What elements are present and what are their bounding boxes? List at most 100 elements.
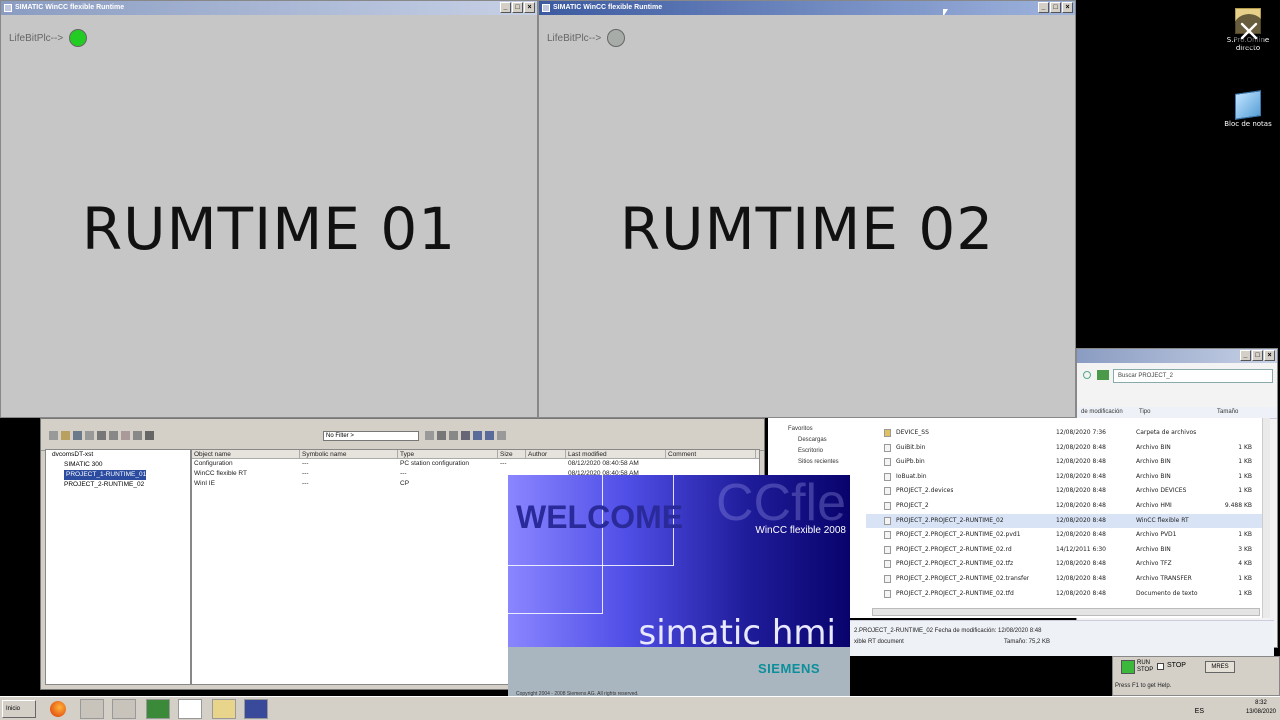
- file-row[interactable]: GuiBit.bin 12/08/2020 8:48 Archivo BIN 1 KB: [866, 441, 1270, 455]
- help-icon[interactable]: [497, 431, 506, 440]
- minimize-button[interactable]: _: [500, 2, 511, 13]
- maximize-button[interactable]: □: [512, 2, 523, 13]
- nav-item[interactable]: Favoritos: [768, 424, 866, 435]
- plc-run-label: RUN: [1137, 660, 1150, 666]
- lifebit-led-icon: [607, 29, 626, 47]
- file-row[interactable]: PROJECT_2.PROJECT_2-RUNTIME_02.rd 14/12/2…: [866, 543, 1270, 557]
- tree-root[interactable]: dvcomsDT-xst: [46, 450, 190, 460]
- file-row[interactable]: PROJECT_2.PROJECT_2-RUNTIME_02.tfd 12/08/…: [866, 587, 1270, 601]
- tree-item-runtime02[interactable]: PROJECT_2-RUNTIME_02: [46, 480, 190, 490]
- vertical-scrollbar[interactable]: [1262, 418, 1270, 618]
- close-overlay-button[interactable]: [1232, 14, 1266, 48]
- object-cell: ---: [400, 470, 407, 477]
- file-icon: [884, 487, 891, 496]
- file-row[interactable]: PROJECT_2.PROJECT_2-RUNTIME_02.tfz 12/08/…: [866, 557, 1270, 571]
- list-view-icon[interactable]: [473, 431, 482, 440]
- column-header-type[interactable]: Tipo: [1139, 409, 1150, 415]
- runtime-title: RUMTIME 02: [619, 195, 995, 263]
- open-icon[interactable]: [61, 431, 70, 440]
- column-header-size[interactable]: Tamaño: [1217, 409, 1238, 415]
- file-type: Carpeta de archivos: [1136, 429, 1197, 436]
- object-cell: [526, 459, 566, 469]
- plc-run-checkbox[interactable]: [1121, 660, 1135, 674]
- close-button[interactable]: ×: [1264, 350, 1275, 361]
- paste-icon[interactable]: [121, 431, 130, 440]
- accessible-nodes-icon[interactable]: [145, 431, 154, 440]
- file-row[interactable]: GuiPb.bin 12/08/2020 8:48 Archivo BIN 1 KB: [866, 455, 1270, 469]
- file-name: GuiBit.bin: [896, 443, 926, 451]
- sim-icon[interactable]: [437, 431, 446, 440]
- explorer-icon[interactable]: [212, 699, 236, 719]
- file-row[interactable]: PROJECT_2.PROJECT_2-RUNTIME_02.transfer 1…: [866, 572, 1270, 586]
- column-header[interactable]: Comment: [666, 450, 756, 458]
- file-row[interactable]: PROJECT_2.PROJECT_2-RUNTIME_02.pvd1 12/08…: [866, 528, 1270, 542]
- taskbar: Inicio ES 8:32 13/08/2020: [0, 696, 1280, 720]
- search-input[interactable]: Buscar PROJECT_2: [1113, 369, 1273, 383]
- filter-select[interactable]: No Filter >: [323, 431, 419, 441]
- monitor-icon[interactable]: [449, 431, 458, 440]
- start-button[interactable]: Inicio: [2, 700, 36, 718]
- refresh-icon[interactable]: [1083, 371, 1091, 379]
- file-name: PROJECT_2.PROJECT_2-RUNTIME_02.rd: [896, 545, 1012, 553]
- copy-icon[interactable]: [109, 431, 118, 440]
- column-header[interactable]: Last modified: [566, 450, 666, 458]
- column-header[interactable]: Symbolic name: [300, 450, 398, 458]
- file-name: DEVICE_SS: [896, 429, 929, 436]
- mres-button[interactable]: MRES: [1205, 661, 1235, 673]
- minimize-button[interactable]: _: [1038, 2, 1049, 13]
- nav-item[interactable]: Escritorio: [768, 446, 866, 457]
- runtime-window-02-titlebar[interactable]: SIMATIC WinCC flexible Runtime _ □ ×: [539, 1, 1075, 17]
- manager-toolbar: No Filter >: [41, 419, 764, 451]
- object-row[interactable]: Configuration --- PC station configuration…: [192, 459, 759, 469]
- column-header-modified[interactable]: de modificación: [1081, 409, 1123, 415]
- desktop-icon-notepad[interactable]: Bloc de notas: [1220, 90, 1276, 128]
- file-size: 1 KB: [1238, 589, 1252, 597]
- file-size: 1 KB: [1238, 472, 1252, 480]
- file-row[interactable]: PROJECT_2 12/08/2020 8:48 Archivo HMI 9.488…: [866, 499, 1270, 513]
- nav-item[interactable]: Descargas: [768, 435, 866, 446]
- column-header[interactable]: Author: [526, 450, 566, 458]
- file-date: 12/08/2020 8:48: [1056, 458, 1106, 466]
- details-line-2: xible RT document: [854, 639, 904, 645]
- network-icon[interactable]: [73, 431, 82, 440]
- download-icon[interactable]: [133, 431, 142, 440]
- stop-checkbox[interactable]: [1157, 663, 1164, 670]
- file-row[interactable]: IoBuat.bin 12/08/2020 8:48 Archivo BIN 1 KB: [866, 470, 1270, 484]
- column-header[interactable]: Object name: [192, 450, 300, 458]
- view-icons: [425, 431, 506, 440]
- hardware-icon[interactable]: [112, 699, 136, 719]
- wincc-rt-icon[interactable]: [244, 699, 268, 719]
- horizontal-scrollbar[interactable]: [872, 608, 1260, 616]
- object-cell: [666, 459, 756, 469]
- close-button[interactable]: ×: [524, 2, 535, 13]
- language-indicator[interactable]: ES: [1195, 708, 1204, 715]
- winc-green-icon[interactable]: [146, 699, 170, 719]
- runtime-window-02: SIMATIC WinCC flexible Runtime _ □ × Lif…: [538, 0, 1076, 418]
- file-row[interactable]: DEVICE_SS 12/08/2020 7:36 Carpeta de archi…: [866, 426, 1270, 440]
- tree-item-runtime01[interactable]: PROJECT_1-RUNTIME_01: [46, 470, 190, 480]
- column-header[interactable]: Type: [398, 450, 498, 458]
- tools-icon[interactable]: [80, 699, 104, 719]
- file-row[interactable]: PROJECT_2.PROJECT_2-RUNTIME_02 12/08/2020…: [866, 513, 1270, 528]
- tool-icon[interactable]: [85, 431, 94, 440]
- cut-icon[interactable]: [97, 431, 106, 440]
- maximize-button[interactable]: □: [1050, 2, 1061, 13]
- clock[interactable]: 8:32 13/08/2020: [1246, 699, 1276, 717]
- close-button[interactable]: ×: [1062, 2, 1073, 13]
- lifebit-label: LifeBitPlc-->: [547, 32, 602, 44]
- nav-item[interactable]: Sitios recientes: [768, 457, 866, 468]
- c-icon[interactable]: [178, 699, 202, 719]
- tree-item-simatic300[interactable]: SIMATIC 300: [46, 460, 190, 470]
- runtime-window-01-titlebar[interactable]: SIMATIC WinCC flexible Runtime _ □ ×: [1, 1, 537, 15]
- firefox-icon[interactable]: [46, 699, 70, 719]
- filter-icon[interactable]: [425, 431, 434, 440]
- new-icon[interactable]: [49, 431, 58, 440]
- minimize-button[interactable]: _: [1240, 350, 1251, 361]
- details-view-icon[interactable]: [485, 431, 494, 440]
- column-header[interactable]: Size: [498, 450, 526, 458]
- maximize-button[interactable]: □: [1252, 350, 1263, 361]
- file-type: Archivo BIN: [1136, 443, 1171, 451]
- file-row[interactable]: PROJECT_2.devices 12/08/2020 8:48 Archivo …: [866, 484, 1270, 498]
- large-icons-icon[interactable]: [461, 431, 470, 440]
- lifebit-indicator: LifeBitPlc-->: [9, 29, 88, 47]
